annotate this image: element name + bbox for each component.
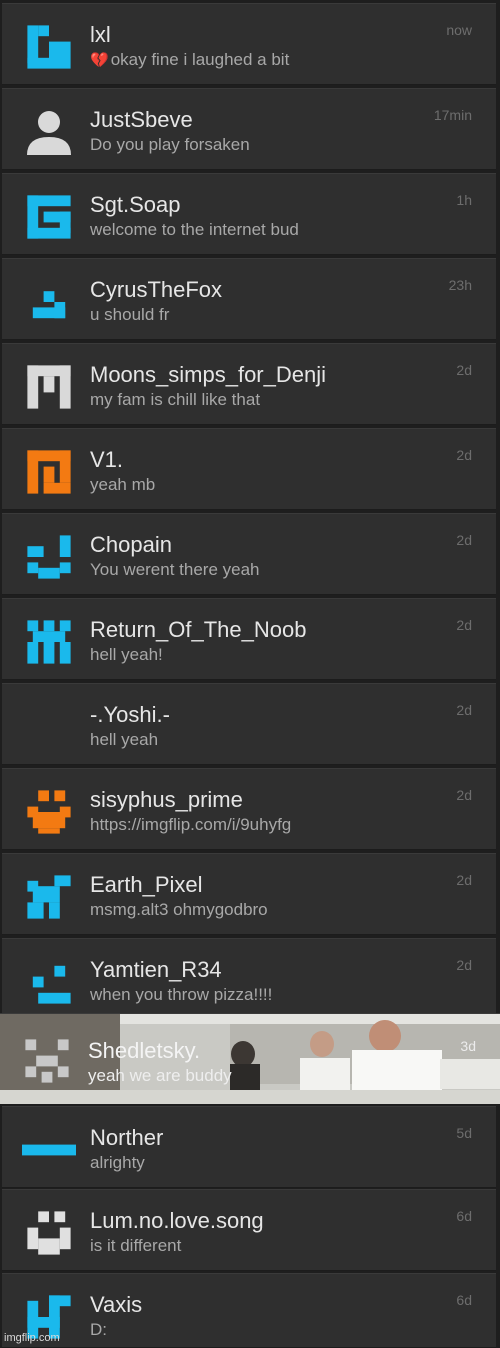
conversation-name: V1. bbox=[90, 447, 124, 472]
pixel-glyph-icon bbox=[27, 875, 71, 919]
pixel-glyph-icon bbox=[27, 790, 71, 834]
conversation-time: 2d bbox=[456, 362, 472, 378]
conversation-time: 2d bbox=[456, 702, 472, 718]
conversation-time: 2d bbox=[456, 532, 472, 548]
conversation-row-cyrusthefox[interactable]: CyrusTheFox u should fr 23h bbox=[2, 258, 496, 340]
conversation-row-sgt-soap[interactable]: Sgt.Soap welcome to the internet bud 1h bbox=[2, 173, 496, 255]
conversation-preview: You werent there yeah bbox=[90, 560, 260, 579]
conversation-name: Vaxis bbox=[90, 1292, 143, 1317]
conversation-name: Sgt.Soap bbox=[90, 192, 181, 217]
pixel-glyph-icon bbox=[27, 195, 71, 239]
conversation-list: lxl 💔 okay fine i laughed a bit now JustS… bbox=[0, 0, 500, 1348]
conversation-preview: Do you play forsaken bbox=[90, 135, 250, 154]
conversation-time: 5d bbox=[456, 1125, 472, 1141]
conversation-preview: u should fr bbox=[90, 305, 170, 324]
conversation-time: 1h bbox=[456, 192, 472, 208]
pixel-glyph-icon bbox=[27, 620, 71, 664]
conversation-preview: 💔 okay fine i laughed a bit bbox=[90, 50, 289, 70]
pixel-glyph-icon bbox=[27, 535, 71, 579]
conversation-preview: yeah mb bbox=[90, 475, 156, 494]
broken-heart-icon: 💔 bbox=[90, 52, 109, 69]
pixel-glyph-icon bbox=[27, 450, 71, 494]
conversation-row-justsbeve[interactable]: JustSbeve Do you play forsaken 17min bbox=[2, 88, 496, 170]
conversation-row-chopain[interactable]: Chopain You werent there yeah 2d bbox=[2, 513, 496, 595]
conversation-time: 2d bbox=[456, 872, 472, 888]
conversation-preview: hell yeah! bbox=[90, 645, 163, 664]
conversation-preview: alrighty bbox=[90, 1153, 145, 1172]
pixel-glyph-icon bbox=[27, 1211, 71, 1255]
conversation-row-lum-no-love-song[interactable]: Lum.no.love.song is it different 6d bbox=[2, 1189, 496, 1271]
conversation-name: -.Yoshi.- bbox=[90, 702, 170, 727]
conversation-time: 2d bbox=[456, 957, 472, 973]
empty-avatar bbox=[22, 700, 76, 754]
conversation-name: Return_Of_The_Noob bbox=[90, 617, 307, 642]
pixel-glyph-icon bbox=[27, 365, 71, 409]
conversation-row-shedletsky[interactable]: Shedletsky. yeah we are buddy 3d bbox=[0, 1013, 500, 1104]
conversation-preview: D: bbox=[90, 1320, 107, 1339]
conversation-row-vaxis[interactable]: Vaxis D: 6d bbox=[2, 1273, 496, 1348]
conversation-preview: yeah we are buddy bbox=[88, 1066, 232, 1085]
conversation-preview: https://imgflip.com/i/9uhyfg bbox=[90, 815, 292, 834]
conversation-name: sisyphus_prime bbox=[90, 787, 243, 812]
pixel-glyph-icon bbox=[32, 965, 71, 1004]
conversation-time: 2d bbox=[456, 447, 472, 463]
conversation-name: JustSbeve bbox=[90, 107, 193, 132]
conversation-row-norther[interactable]: Norther alrighty 5d bbox=[2, 1106, 496, 1188]
conversation-time: 2d bbox=[456, 617, 472, 633]
conversation-name: Norther bbox=[90, 1125, 164, 1150]
watermark: imgflip.com bbox=[4, 1332, 60, 1344]
pixel-glyph-icon bbox=[22, 1144, 76, 1156]
conversation-name: CyrusTheFox bbox=[90, 277, 223, 302]
conversation-time: 3d bbox=[460, 1038, 476, 1054]
conversation-preview-text: okay fine i laughed a bit bbox=[110, 50, 290, 69]
pixel-glyph-icon bbox=[32, 291, 66, 319]
conversation-time: 23h bbox=[448, 277, 472, 293]
conversation-row-earth-pixel[interactable]: Earth_Pixel msmg.alt3 ohmygodbro 2d bbox=[2, 853, 496, 935]
conversation-time: 17min bbox=[433, 107, 472, 123]
conversation-time: now bbox=[446, 22, 472, 38]
conversation-row-return-of-the-noob[interactable]: Return_Of_The_Noob hell yeah! 2d bbox=[2, 598, 496, 680]
default-user-icon bbox=[27, 111, 71, 155]
conversation-preview: welcome to the internet bud bbox=[90, 220, 299, 239]
background-photo bbox=[0, 1014, 500, 1104]
conversation-row-v1[interactable]: V1. yeah mb 2d bbox=[2, 428, 496, 510]
conversation-preview: my fam is chill like that bbox=[90, 390, 261, 409]
pixel-glyph-icon bbox=[25, 1039, 69, 1083]
conversation-name: lxl bbox=[90, 22, 111, 47]
conversation-preview: hell yeah bbox=[90, 730, 159, 749]
conversation-name: Yamtien_R34 bbox=[90, 957, 222, 982]
conversation-name: Shedletsky. bbox=[88, 1038, 201, 1063]
conversation-preview: is it different bbox=[90, 1236, 182, 1255]
conversation-preview: when you throw pizza!!!! bbox=[90, 985, 273, 1004]
conversation-name: Earth_Pixel bbox=[90, 872, 203, 897]
conversation-time: 6d bbox=[456, 1208, 472, 1224]
conversation-time: 6d bbox=[456, 1292, 472, 1308]
conversation-row-lxl[interactable]: lxl 💔 okay fine i laughed a bit now bbox=[2, 3, 496, 85]
pixel-glyph-icon bbox=[27, 25, 71, 69]
conversation-row-moons[interactable]: Moons_simps_for_Denji my fam is chill li… bbox=[2, 343, 496, 425]
conversation-time: 2d bbox=[456, 787, 472, 803]
conversation-name: Moons_simps_for_Denji bbox=[90, 362, 326, 387]
conversation-row-sisyphus-prime[interactable]: sisyphus_prime https://imgflip.com/i/9uh… bbox=[2, 768, 496, 850]
conversation-row-yamtien[interactable]: Yamtien_R34 when you throw pizza!!!! 2d bbox=[2, 938, 496, 1020]
conversation-name: Lum.no.love.song bbox=[90, 1208, 264, 1233]
conversation-row-yoshi[interactable]: -.Yoshi.- hell yeah 2d bbox=[2, 683, 496, 765]
conversation-name: Chopain bbox=[90, 532, 172, 557]
conversation-preview: msmg.alt3 ohmygodbro bbox=[90, 900, 268, 919]
